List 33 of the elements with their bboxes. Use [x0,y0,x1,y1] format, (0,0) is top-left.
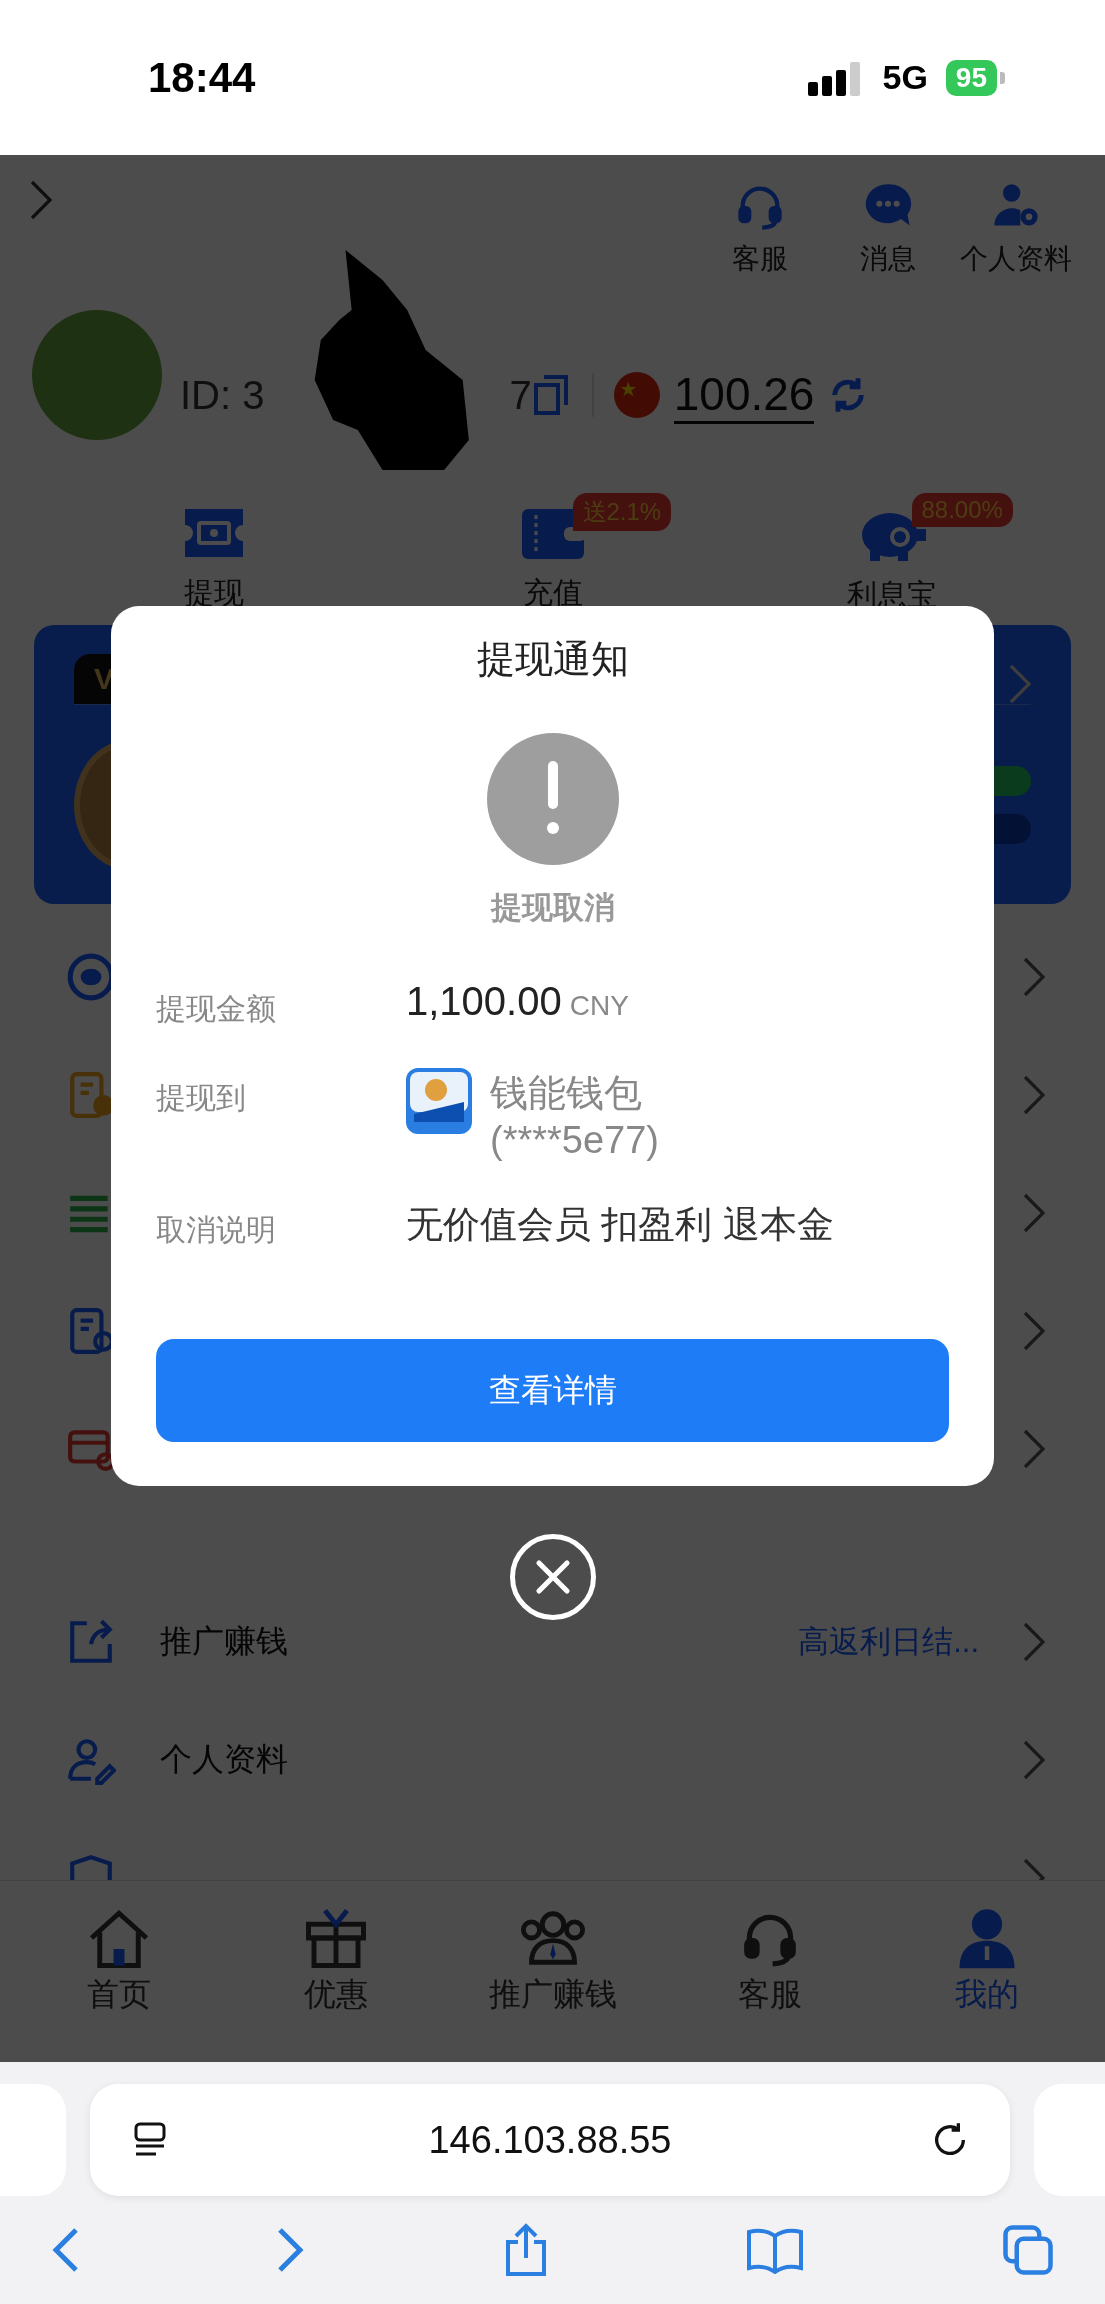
back-button[interactable] [50,2226,80,2274]
wallet-account: (****5e77) [490,1119,659,1162]
book-icon [745,2226,806,2274]
battery-level: 95 [945,59,997,96]
status-time: 18:44 [148,53,256,102]
menu-label: 推广赚钱 [160,1622,288,1661]
user-id: ID: 3 [180,372,265,418]
url-text: 146.103.88.55 [428,2118,672,2162]
amount-value: 1,100.00 [406,979,562,1024]
chevron-left-icon [50,2226,80,2274]
tabs-icon [1001,2223,1055,2277]
dialog-title: 提现通知 [476,637,629,682]
currency-unit: CNY [569,990,629,1022]
battery-cap-icon [1000,71,1005,84]
user-id-end: 7 [509,372,532,418]
wallet-name: 钱能钱包 [490,1071,643,1116]
warning-icon [486,733,619,865]
forward-button[interactable] [275,2226,306,2274]
menu-note: 高返利日结... [798,1623,979,1661]
network-type: 5G [882,58,928,97]
bookmarks-button[interactable] [745,2226,806,2274]
field-label: 取消说明 [156,1212,277,1248]
chevron-right-icon [275,2226,306,2274]
dialog-status: 提现取消 [490,889,615,927]
close-button[interactable] [509,1534,596,1620]
address-bar[interactable]: 146.103.88.55 [90,2084,1010,2196]
field-label: 提现金额 [156,991,277,1027]
tabs-button[interactable] [1001,2223,1055,2277]
wallet-app-icon [406,1068,472,1134]
cancel-reason: 无价值会员 扣盈利 退本金 [406,1203,834,1247]
details-button[interactable]: 查看详情 [156,1339,949,1442]
menu-label: 个人资料 [160,1740,288,1779]
field-label: 提现到 [156,1080,247,1116]
